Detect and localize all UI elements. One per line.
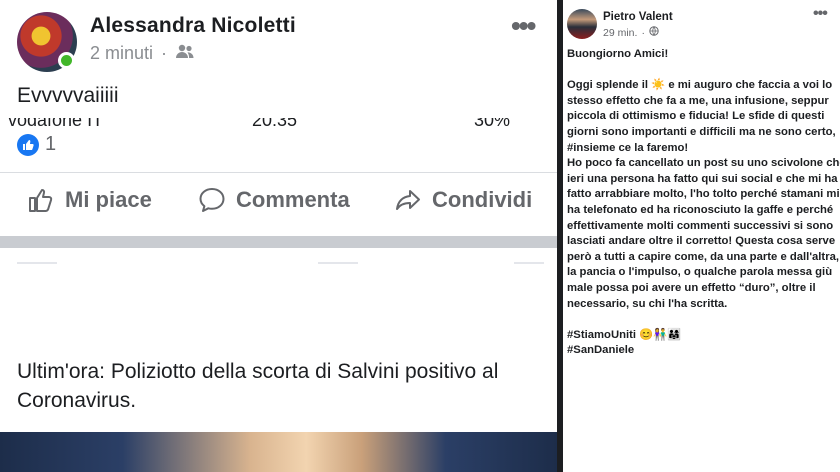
post-line-blank — [567, 312, 840, 328]
friends-icon — [175, 43, 195, 64]
post-line: ieri una persona ha fatto qui sui social… — [567, 172, 838, 185]
post-line: stesso effetto che fa a me, una infusion… — [567, 94, 829, 107]
post-line: Ho poco fa cancellato un post su uno sci… — [567, 157, 840, 170]
globe-icon — [649, 26, 659, 39]
comment-icon — [198, 186, 226, 214]
post-time[interactable]: 2 minuti — [90, 43, 153, 64]
right-screenshot: Pietro Valent 29 min. · ••• Buongiorno A… — [563, 0, 840, 472]
shared-headline: Ultim'ora: Poliziotto della scorta di Sa… — [17, 360, 499, 412]
post-line-blank — [567, 63, 840, 79]
hashtag-sandaniele[interactable]: #SanDaniele — [567, 343, 840, 359]
placeholder-line — [318, 262, 358, 264]
post-line: lasciati andare oltre il corretto! Quest… — [567, 235, 836, 248]
comment-label: Commenta — [236, 187, 350, 212]
left-screenshot: Alessandra Nicoletti 2 minuti · ••• Evvv… — [0, 0, 557, 472]
post-line: Buongiorno Amici! — [567, 48, 669, 60]
post-body: Buongiorno Amici! Oggi splende il ☀️ e m… — [567, 47, 840, 359]
clock-label: 20:35 — [252, 118, 298, 130]
battery-label: 30% — [474, 118, 511, 130]
post-line: Oggi splende il ☀️ e mi auguro che facci… — [567, 79, 833, 92]
shared-photo[interactable] — [0, 432, 557, 472]
hashtag-line[interactable]: #insieme ce la faremo! — [567, 141, 840, 157]
like-count: 1 — [45, 133, 57, 155]
action-bar: Mi piace Commenta Condividi — [0, 186, 557, 228]
like-button[interactable]: Mi piace — [27, 186, 152, 214]
post-meta: 2 minuti · — [90, 43, 195, 64]
placeholder-line — [17, 262, 57, 264]
post-line: però a tutti a capire come, da una parte… — [567, 250, 840, 263]
post-line: la pancia o l'impulso, o qualche parola … — [567, 266, 833, 279]
thumbs-up-icon — [27, 186, 55, 214]
placeholder-line — [514, 262, 544, 264]
post-line: effettivamente molti commenti successivi… — [567, 219, 834, 232]
like-label: Mi piace — [65, 187, 152, 212]
hashtag-stiamouniti[interactable]: #StiamoUniti 😊👫👨‍👩‍👧 — [567, 328, 840, 344]
reactions-summary[interactable]: 1 — [17, 133, 56, 156]
share-button[interactable]: Condividi — [394, 186, 532, 214]
post-line: giorni sono importanti e difficili ma ne… — [567, 125, 836, 138]
post-text: Evvvvvaiiiii — [17, 84, 119, 107]
feed-separator — [0, 236, 557, 248]
post-line: piccola di ottimismo e fiducia! Le sfide… — [567, 110, 825, 123]
more-options-button[interactable]: ••• — [511, 10, 536, 42]
carrier-label: vodafone IT — [8, 118, 104, 130]
post-line: fatto arrabbiare molto, l'ho tolto perch… — [567, 188, 840, 201]
like-badge-icon — [17, 133, 39, 156]
post-line: ha telefonato ed ha riconosciuto la gaff… — [567, 203, 834, 216]
meta-separator: · — [161, 43, 168, 63]
share-icon — [394, 186, 422, 214]
more-options-button[interactable]: ••• — [813, 5, 828, 23]
divider — [0, 172, 557, 173]
post-meta: 29 min. · — [603, 26, 659, 39]
online-status-dot — [58, 52, 75, 69]
share-label: Condividi — [432, 187, 533, 212]
meta-separator: · — [641, 26, 645, 39]
post-line: male possa poi avere un effetto “duro”, … — [567, 281, 816, 294]
post-time[interactable]: 29 min. — [603, 27, 637, 39]
author-name[interactable]: Pietro Valent — [603, 11, 673, 23]
post-line: necessario, su chi l'ha scritta. — [567, 297, 728, 310]
author-name[interactable]: Alessandra Nicoletti — [90, 14, 296, 38]
embedded-status-bar: vodafone IT 20:35 30% — [0, 118, 557, 132]
author-avatar[interactable] — [567, 9, 597, 39]
comment-button[interactable]: Commenta — [198, 186, 350, 214]
